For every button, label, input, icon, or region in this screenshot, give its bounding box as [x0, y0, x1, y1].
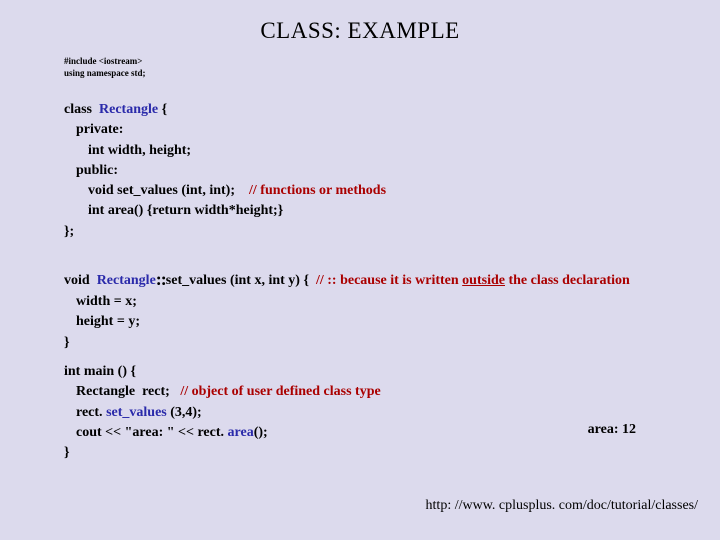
- scope-class: Rectangle: [97, 273, 156, 288]
- obj-prefix: rect.: [76, 405, 103, 420]
- main-sig: int main () {: [64, 362, 381, 382]
- cout-prefix: cout << "area: " << rect.: [76, 425, 224, 440]
- method-name: set_values: [103, 405, 171, 420]
- access-public: public:: [64, 161, 386, 181]
- main-close: }: [64, 443, 381, 463]
- assign-height: height = y;: [64, 312, 630, 332]
- brace-open: {: [158, 102, 167, 117]
- return-type: void: [64, 273, 97, 288]
- code-line: void Rectangle::set_values (int x, int y…: [64, 266, 630, 292]
- class-close: };: [64, 222, 386, 242]
- method-inline: int area() {return width*height;}: [64, 201, 386, 221]
- comment-underline: outside: [462, 273, 505, 288]
- method-definition: void Rectangle::set_values (int x, int y…: [64, 266, 630, 353]
- call-suffix: ();: [254, 425, 268, 440]
- scope-operator: ::: [156, 269, 166, 289]
- method-sig: set_values (int x, int y) {: [166, 273, 316, 288]
- slide-title: CLASS: EXAMPLE: [0, 0, 720, 44]
- method-close: }: [64, 333, 630, 353]
- access-private: private:: [64, 120, 386, 140]
- main-function: int main () { Rectangle rect; // object …: [64, 362, 381, 463]
- proto-text: void set_values (int, int);: [88, 183, 249, 198]
- member-decl: int width, height;: [64, 141, 386, 161]
- source-url: http: //www. cplusplus. com/doc/tutorial…: [426, 498, 698, 514]
- comment-prefix: // :: because it is written: [316, 273, 462, 288]
- object-decl: Rectangle rect; // object of user define…: [64, 382, 381, 402]
- class-declaration: class Rectangle { private: int width, he…: [64, 100, 386, 242]
- comment: // object of user defined class type: [180, 384, 380, 399]
- cout-line: cout << "area: " << rect. area();: [64, 423, 381, 443]
- slide: CLASS: EXAMPLE #include <iostream> using…: [0, 0, 720, 540]
- method-proto: void set_values (int, int); // functions…: [64, 181, 386, 201]
- call-setvalues: rect. set_values (3,4);: [64, 403, 381, 423]
- args: (3,4);: [170, 405, 202, 420]
- method-name: area: [224, 425, 254, 440]
- assign-width: width = x;: [64, 292, 630, 312]
- comment-suffix: the class declaration: [505, 273, 630, 288]
- decl-text: Rectangle rect;: [76, 384, 180, 399]
- class-name: Rectangle: [99, 102, 158, 117]
- keyword-class: class: [64, 102, 99, 117]
- include-block: #include <iostream> using namespace std;: [64, 56, 146, 79]
- comment: // functions or methods: [249, 183, 386, 198]
- using-line: using namespace std;: [64, 68, 146, 80]
- program-output: area: 12: [588, 422, 636, 438]
- include-line: #include <iostream>: [64, 56, 146, 68]
- code-line: class Rectangle {: [64, 100, 386, 120]
